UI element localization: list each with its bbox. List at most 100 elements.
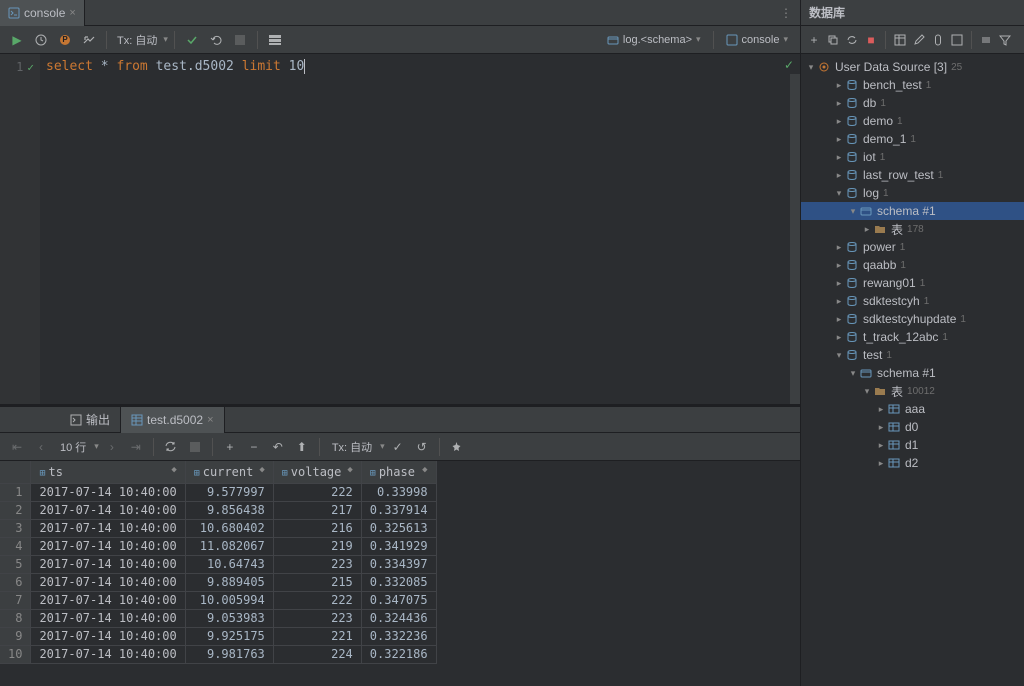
tree-item-aaa[interactable]: aaa bbox=[801, 400, 1024, 418]
tree-item-last-row-test[interactable]: last_row_test 1 bbox=[801, 166, 1024, 184]
tree-item-demo[interactable]: demo 1 bbox=[801, 112, 1024, 130]
tree-item-t-track-12abc[interactable]: t_track_12abc 1 bbox=[801, 328, 1024, 346]
tab-console[interactable]: console × bbox=[0, 0, 85, 26]
tree-item-schema--1[interactable]: schema #1 bbox=[801, 202, 1024, 220]
result-grid[interactable]: ⊞ts◆⊞current◆⊞voltage◆⊞phase◆ 1 2017-07-… bbox=[0, 461, 800, 686]
tab-result-table[interactable]: test.d5002 × bbox=[121, 407, 224, 433]
expand-icon[interactable] bbox=[875, 404, 887, 415]
add-button[interactable]: + bbox=[805, 29, 823, 51]
stop-button[interactable]: ■ bbox=[862, 29, 880, 51]
table-row[interactable]: 10 2017-07-14 10:40:00 9.981763 224 0.32… bbox=[0, 645, 436, 663]
last-page-button[interactable]: ⇥ bbox=[125, 436, 147, 458]
tree-item-db[interactable]: db 1 bbox=[801, 94, 1024, 112]
scrollbar[interactable] bbox=[790, 74, 800, 404]
next-page-button[interactable]: › bbox=[101, 436, 123, 458]
column-header-current[interactable]: ⊞current◆ bbox=[185, 461, 273, 483]
expand-icon[interactable] bbox=[833, 332, 845, 343]
row-index-header[interactable] bbox=[0, 461, 31, 483]
expand-icon[interactable] bbox=[833, 188, 845, 199]
code-area[interactable]: select * from test.d5002 limit 10 bbox=[40, 54, 800, 404]
console-button[interactable] bbox=[948, 29, 966, 51]
sql-editor[interactable]: 1✓ select * from test.d5002 limit 10 ✓ bbox=[0, 54, 800, 404]
tree-item-bench-test[interactable]: bench_test 1 bbox=[801, 76, 1024, 94]
history-button[interactable] bbox=[30, 29, 52, 51]
expand-icon[interactable] bbox=[833, 350, 845, 361]
explain-button[interactable]: P bbox=[54, 29, 76, 51]
table-row[interactable]: 3 2017-07-14 10:40:00 10.680402 216 0.32… bbox=[0, 519, 436, 537]
tables-button[interactable] bbox=[891, 29, 909, 51]
column-header-voltage[interactable]: ⊞voltage◆ bbox=[273, 461, 361, 483]
tab-output[interactable]: 输出 bbox=[60, 407, 121, 433]
tree-item-iot[interactable]: iot 1 bbox=[801, 148, 1024, 166]
expand-icon[interactable] bbox=[833, 242, 845, 253]
prev-page-button[interactable]: ‹ bbox=[30, 436, 52, 458]
expand-icon[interactable] bbox=[861, 386, 873, 397]
tree-item-d2[interactable]: d2 bbox=[801, 454, 1024, 472]
submit-button[interactable]: ⬆ bbox=[291, 436, 313, 458]
expand-icon[interactable] bbox=[833, 152, 845, 163]
ddl-button[interactable] bbox=[929, 29, 947, 51]
expand-icon[interactable] bbox=[833, 170, 845, 181]
table-row[interactable]: 8 2017-07-14 10:40:00 9.053983 223 0.324… bbox=[0, 609, 436, 627]
close-icon[interactable]: × bbox=[207, 414, 213, 426]
tree-item-qaabb[interactable]: qaabb 1 bbox=[801, 256, 1024, 274]
tab-options-icon[interactable]: ⋮ bbox=[772, 6, 800, 20]
tree-item--[interactable]: 表 10012 bbox=[801, 382, 1024, 400]
table-row[interactable]: 7 2017-07-14 10:40:00 10.005994 222 0.34… bbox=[0, 591, 436, 609]
rollback-button[interactable]: ↺ bbox=[411, 436, 433, 458]
expand-icon[interactable] bbox=[847, 368, 859, 379]
table-row[interactable]: 1 2017-07-14 10:40:00 9.577997 222 0.339… bbox=[0, 483, 436, 501]
expand-icon[interactable] bbox=[833, 116, 845, 127]
first-page-button[interactable]: ⇤ bbox=[6, 436, 28, 458]
revert-button[interactable]: ↶ bbox=[267, 436, 289, 458]
expand-icon[interactable] bbox=[833, 260, 845, 271]
edit-button[interactable] bbox=[910, 29, 928, 51]
breadcrumb[interactable]: log.<schema> ▾ bbox=[601, 34, 707, 46]
tree-item-demo-1[interactable]: demo_1 1 bbox=[801, 130, 1024, 148]
tree-root[interactable]: User Data Source [3]25 bbox=[801, 58, 1024, 76]
tree-item-sdktestcyhupdate[interactable]: sdktestcyhupdate 1 bbox=[801, 310, 1024, 328]
tx-mode-label[interactable]: Tx: 自动 bbox=[326, 439, 378, 455]
refresh-button[interactable] bbox=[843, 29, 861, 51]
filter-button[interactable] bbox=[996, 29, 1014, 51]
add-row-button[interactable]: + bbox=[219, 436, 241, 458]
table-row[interactable]: 2 2017-07-14 10:40:00 9.856438 217 0.337… bbox=[0, 501, 436, 519]
expand-icon[interactable] bbox=[847, 206, 859, 217]
expand-icon[interactable] bbox=[875, 440, 887, 451]
table-row[interactable]: 6 2017-07-14 10:40:00 9.889405 215 0.332… bbox=[0, 573, 436, 591]
row-count-dropdown[interactable]: 10 行 bbox=[54, 439, 92, 455]
settings-button[interactable] bbox=[78, 29, 100, 51]
tree-item--[interactable]: 表 178 bbox=[801, 220, 1024, 238]
database-tree[interactable]: User Data Source [3]25 bench_test 1 db 1… bbox=[801, 54, 1024, 686]
duplicate-button[interactable] bbox=[824, 29, 842, 51]
expand-icon[interactable] bbox=[833, 98, 845, 109]
tree-item-sdktestcyh[interactable]: sdktestcyh 1 bbox=[801, 292, 1024, 310]
refresh-button[interactable] bbox=[160, 436, 182, 458]
commit-button[interactable] bbox=[181, 29, 203, 51]
table-row[interactable]: 9 2017-07-14 10:40:00 9.925175 221 0.332… bbox=[0, 627, 436, 645]
tree-item-d0[interactable]: d0 bbox=[801, 418, 1024, 436]
expand-icon[interactable] bbox=[833, 134, 845, 145]
view-button[interactable] bbox=[264, 29, 286, 51]
close-icon[interactable]: × bbox=[69, 7, 75, 19]
commit-button[interactable]: ✓ bbox=[387, 436, 409, 458]
pin-button[interactable] bbox=[446, 436, 468, 458]
tree-item-rewang01[interactable]: rewang01 1 bbox=[801, 274, 1024, 292]
tree-item-power[interactable]: power 1 bbox=[801, 238, 1024, 256]
expand-icon[interactable] bbox=[875, 422, 887, 433]
table-row[interactable]: 5 2017-07-14 10:40:00 10.64743 223 0.334… bbox=[0, 555, 436, 573]
tree-item-test[interactable]: test 1 bbox=[801, 346, 1024, 364]
tree-item-d1[interactable]: d1 bbox=[801, 436, 1024, 454]
expand-icon[interactable] bbox=[833, 278, 845, 289]
expand-icon[interactable] bbox=[833, 80, 845, 91]
breadcrumb-console[interactable]: console ▾ bbox=[720, 34, 794, 46]
remove-row-button[interactable]: − bbox=[243, 436, 265, 458]
run-button[interactable]: ▶ bbox=[6, 29, 28, 51]
tree-item-schema--1[interactable]: schema #1 bbox=[801, 364, 1024, 382]
column-header-phase[interactable]: ⊞phase◆ bbox=[361, 461, 436, 483]
column-header-ts[interactable]: ⊞ts◆ bbox=[31, 461, 185, 483]
tree-item-log[interactable]: log 1 bbox=[801, 184, 1024, 202]
collapse-button[interactable] bbox=[977, 29, 995, 51]
tx-mode-dropdown[interactable]: Tx: 自动 bbox=[113, 32, 161, 48]
rollback-button[interactable] bbox=[205, 29, 227, 51]
